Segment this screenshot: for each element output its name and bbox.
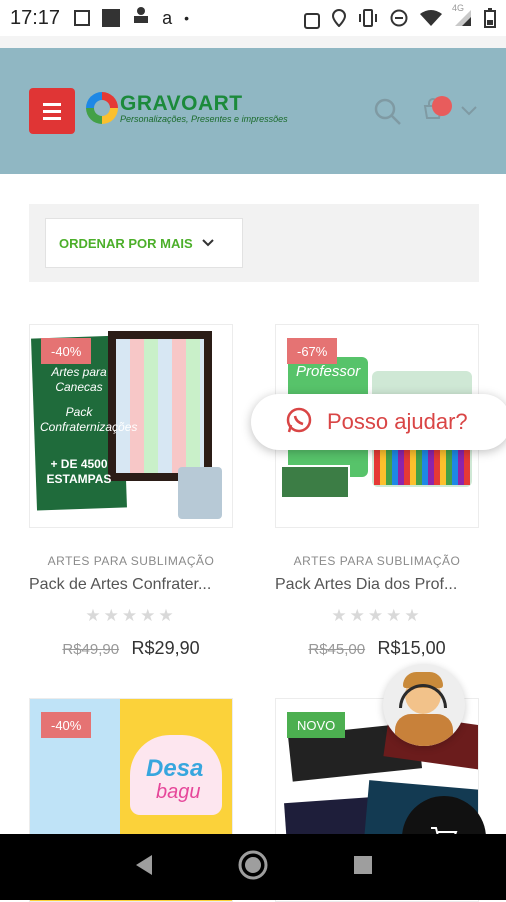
wifi-icon xyxy=(420,9,442,33)
home-icon[interactable] xyxy=(237,849,269,886)
vibrate-icon xyxy=(358,9,378,33)
logo-title: GRAVOART xyxy=(120,92,243,115)
android-nav-bar xyxy=(0,834,506,900)
product-image[interactable]: Artes para Canecas Pack Confraternizaçõe… xyxy=(29,324,233,528)
discount-badge: -40% xyxy=(41,712,92,738)
product-category[interactable]: ARTES PARA SUBLIMAÇÃO xyxy=(275,554,479,568)
product-title[interactable]: Pack Artes Dia dos Prof... xyxy=(275,576,479,594)
product-art-text-2: bagu xyxy=(156,781,201,803)
recents-icon[interactable] xyxy=(352,854,374,881)
logo-subtitle: Personalizações, Presentes e impressões xyxy=(120,114,288,124)
new-badge: NOVO xyxy=(287,712,346,738)
sort-dropdown[interactable]: ORDENAR POR MAIS xyxy=(45,218,243,268)
top-strip xyxy=(0,36,506,48)
sort-bar: ORDENAR POR MAIS xyxy=(29,204,479,282)
search-icon[interactable] xyxy=(374,98,402,131)
chevron-down-icon[interactable] xyxy=(460,104,478,122)
current-price: R$15,00 xyxy=(377,638,446,658)
product-art-text-3: + DE 4500 ESTAMPAS xyxy=(46,457,112,486)
dnd-icon xyxy=(390,9,408,33)
current-price: R$29,90 xyxy=(131,638,200,658)
rating-stars: ★★★★★ xyxy=(85,606,177,625)
logo-mark xyxy=(86,92,118,124)
product-category[interactable]: ARTES PARA SUBLIMAÇÃO xyxy=(29,554,233,568)
network-type: 4G xyxy=(452,3,465,13)
product-art-tag xyxy=(280,465,350,499)
back-icon[interactable] xyxy=(132,853,154,882)
product-art-mug xyxy=(178,467,222,519)
whatsapp-icon xyxy=(285,406,313,439)
whatsapp-help-button[interactable]: Posso ajudar? xyxy=(251,394,506,450)
hamburger-menu-button[interactable] xyxy=(29,88,75,134)
sort-label: ORDENAR POR MAIS xyxy=(59,235,193,251)
old-price: R$45,00 xyxy=(308,641,366,658)
product-price: R$49,90 R$29,90 xyxy=(29,638,233,659)
agent-body xyxy=(395,714,453,746)
product-art-grid xyxy=(116,339,204,473)
product-title[interactable]: Pack de Artes Confrater... xyxy=(29,576,233,594)
dot-icon: • xyxy=(184,10,189,26)
person-icon xyxy=(132,6,150,30)
product-art-text: Professor xyxy=(296,363,361,380)
product-art-text: Artes para Canecas xyxy=(51,365,107,394)
support-agent-avatar[interactable] xyxy=(383,664,465,746)
chevron-down-icon xyxy=(201,239,214,247)
product-art-text: Desa xyxy=(146,755,204,782)
product-art-text-2: Pack Confraternizações xyxy=(40,405,138,434)
location-icon xyxy=(331,8,347,33)
product-card[interactable]: Artes para Canecas Pack Confraternizaçõe… xyxy=(29,324,233,659)
square-icon xyxy=(102,9,121,27)
news-icon xyxy=(74,10,91,26)
battery-icon xyxy=(484,8,496,34)
product-card[interactable]: Professor -67% ARTES PARA SUBLIMAÇÃO Pac… xyxy=(275,324,479,659)
signal-icon: 4G xyxy=(452,3,472,33)
rating-stars: ★★★★★ xyxy=(331,606,423,625)
discount-badge: -67% xyxy=(287,338,338,364)
discount-badge: -40% xyxy=(41,338,92,364)
old-price: R$49,90 xyxy=(62,641,120,658)
nfc-icon xyxy=(304,13,320,29)
cart-count-badge xyxy=(432,96,452,116)
whatsapp-label: Posso ajudar? xyxy=(327,409,468,434)
site-logo[interactable]: GRAVOART Personalizações, Presentes e im… xyxy=(86,92,288,124)
status-time: 17:17 xyxy=(10,6,61,29)
product-price: R$45,00 R$15,00 xyxy=(275,638,479,659)
amazon-icon: a xyxy=(162,7,173,28)
status-bar: 17:17 a • 4G xyxy=(0,0,506,36)
